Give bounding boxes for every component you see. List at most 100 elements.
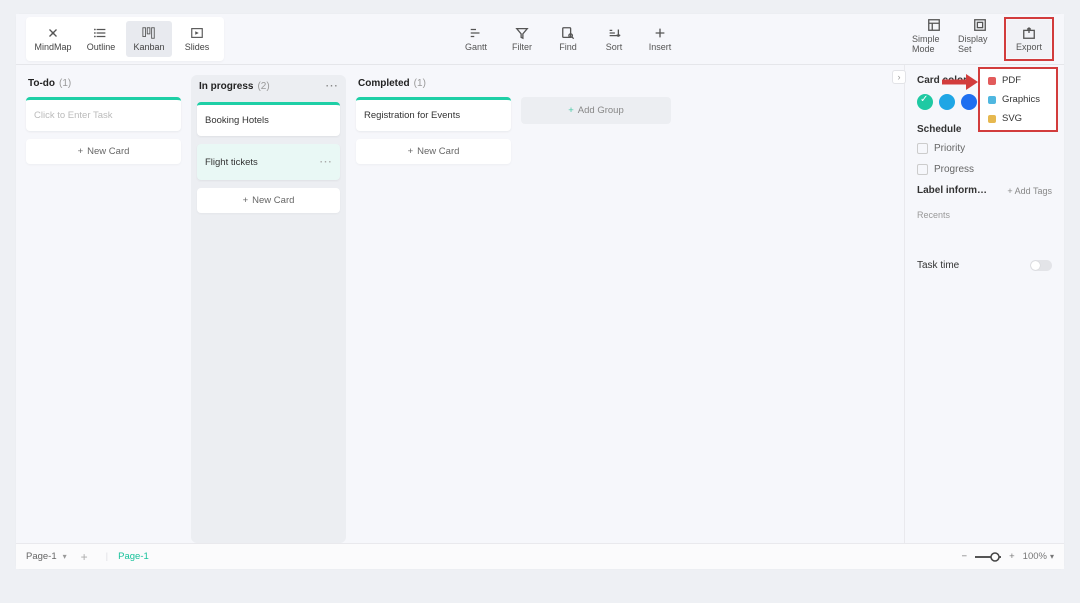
- gantt-button[interactable]: Gantt: [454, 20, 498, 58]
- column-count: (1): [59, 78, 71, 89]
- card-placeholder[interactable]: Click to Enter Task: [26, 100, 181, 131]
- view-kanban-button[interactable]: Kanban: [126, 21, 172, 57]
- card-more-button[interactable]: ⋯: [319, 154, 332, 170]
- pdf-icon: [988, 77, 996, 85]
- card-flight-tickets[interactable]: Flight tickets ⋯: [197, 144, 340, 180]
- column-header-inprogress: In progress (2) ⋯: [197, 75, 340, 102]
- color-swatch-teal[interactable]: [917, 94, 933, 110]
- task-time-label: Task time: [917, 260, 959, 271]
- column-more-button[interactable]: ⋯: [325, 78, 338, 94]
- sort-button[interactable]: Sort: [592, 20, 636, 58]
- outline-icon: [94, 26, 108, 40]
- column-header-todo: To-do (1): [26, 75, 181, 97]
- column-count: (2): [257, 81, 269, 92]
- gantt-icon: [469, 26, 483, 40]
- checkbox-icon: [917, 164, 928, 175]
- progress-label: Progress: [934, 164, 974, 175]
- column-count: (1): [414, 78, 426, 89]
- progress-checkbox-row[interactable]: Progress: [917, 164, 1052, 175]
- export-label: Export: [1016, 42, 1042, 52]
- simple-mode-button[interactable]: Simple Mode: [912, 17, 956, 55]
- new-card-button-todo[interactable]: +New Card: [26, 139, 181, 164]
- add-page-button[interactable]: +: [81, 550, 88, 564]
- zoom-level-dropdown[interactable]: 100% ▾: [1023, 551, 1054, 562]
- mindmap-icon: [46, 26, 60, 40]
- add-tags-button[interactable]: + Add Tags: [1007, 186, 1052, 196]
- find-icon: [561, 26, 575, 40]
- display-set-icon: [973, 18, 987, 32]
- color-swatch-lightblue[interactable]: [939, 94, 955, 110]
- sort-label: Sort: [606, 42, 623, 52]
- column-title: Completed: [358, 78, 410, 89]
- zoom-in-button[interactable]: +: [1009, 551, 1015, 562]
- export-option-pdf[interactable]: PDF: [980, 71, 1056, 90]
- new-card-button-inprogress[interactable]: +New Card: [197, 188, 340, 213]
- right-panel: › PDF Graphics SVG Car: [904, 65, 1064, 543]
- dropdown-icon: ▾: [63, 552, 67, 561]
- export-dropdown: PDF Graphics SVG: [978, 67, 1058, 132]
- card-booking-hotels[interactable]: Booking Hotels: [197, 102, 340, 136]
- label-info-row: Label inform… + Add Tags: [917, 185, 1052, 196]
- export-icon: [1022, 26, 1036, 40]
- view-slides-button[interactable]: Slides: [174, 21, 220, 57]
- view-outline-label: Outline: [87, 42, 116, 52]
- view-mindmap-button[interactable]: MindMap: [30, 21, 76, 57]
- export-option-label: Graphics: [1002, 94, 1040, 105]
- slides-icon: [190, 26, 204, 40]
- recents-label: Recents: [917, 210, 1052, 220]
- view-slides-label: Slides: [185, 42, 210, 52]
- zoom-out-button[interactable]: −: [962, 551, 968, 562]
- panel-collapse-button[interactable]: ›: [892, 70, 906, 84]
- add-group-button[interactable]: +Add Group: [521, 97, 671, 124]
- top-toolbar: MindMap Outline Kanban Slides Gantt: [16, 14, 1064, 65]
- card-registration-events[interactable]: Registration for Events: [356, 97, 511, 131]
- dropdown-icon: ▾: [1050, 552, 1054, 561]
- plus-icon: +: [243, 195, 249, 206]
- page-select-label: Page-1: [26, 551, 57, 562]
- export-option-svg[interactable]: SVG: [980, 109, 1056, 128]
- card-title: Registration for Events: [356, 100, 511, 131]
- page-tab-active[interactable]: Page-1: [118, 551, 149, 562]
- graphics-icon: [988, 96, 996, 104]
- column-inprogress: In progress (2) ⋯ Booking Hotels Flight …: [191, 75, 346, 543]
- page-selector[interactable]: Page-1 ▾ + | Page-1: [26, 550, 149, 564]
- divider: |: [106, 551, 108, 562]
- sort-icon: [607, 26, 621, 40]
- color-swatch-blue[interactable]: [961, 94, 977, 110]
- column-completed: Completed (1) Registration for Events +N…: [356, 75, 511, 543]
- priority-checkbox-row[interactable]: Priority: [917, 143, 1052, 154]
- right-toolbar: Simple Mode Display Set Export: [912, 17, 1054, 61]
- display-set-button[interactable]: Display Set: [958, 17, 1002, 55]
- display-set-label: Display Set: [958, 34, 1002, 54]
- checkbox-icon: [917, 143, 928, 154]
- filter-label: Filter: [512, 42, 532, 52]
- simple-mode-icon: [927, 18, 941, 32]
- export-option-graphics[interactable]: Graphics: [980, 90, 1056, 109]
- export-option-label: PDF: [1002, 75, 1021, 86]
- export-option-label: SVG: [1002, 113, 1022, 124]
- zoom-slider[interactable]: [975, 552, 1001, 562]
- gantt-label: Gantt: [465, 42, 487, 52]
- new-card-button-completed[interactable]: +New Card: [356, 139, 511, 164]
- export-button[interactable]: Export: [1007, 20, 1051, 58]
- view-switcher: MindMap Outline Kanban Slides: [26, 17, 224, 61]
- insert-label: Insert: [649, 42, 672, 52]
- insert-button[interactable]: Insert: [638, 20, 682, 58]
- priority-label: Priority: [934, 143, 965, 154]
- new-card-label: New Card: [252, 195, 294, 206]
- card-todo-empty[interactable]: Click to Enter Task: [26, 97, 181, 131]
- center-toolbar: Gantt Filter Find Sort Insert: [454, 20, 682, 58]
- main-area: To-do (1) Click to Enter Task +New Card …: [16, 65, 1064, 543]
- find-label: Find: [559, 42, 577, 52]
- add-group-label: Add Group: [578, 105, 624, 116]
- new-card-label: New Card: [417, 146, 459, 157]
- app-window: MindMap Outline Kanban Slides Gantt: [16, 14, 1064, 569]
- task-time-toggle[interactable]: [1030, 260, 1052, 271]
- view-outline-button[interactable]: Outline: [78, 21, 124, 57]
- filter-button[interactable]: Filter: [500, 20, 544, 58]
- plus-icon: +: [78, 146, 84, 157]
- column-title: To-do: [28, 78, 55, 89]
- add-group-column: +Add Group: [521, 75, 671, 543]
- column-header-completed: Completed (1): [356, 75, 511, 97]
- find-button[interactable]: Find: [546, 20, 590, 58]
